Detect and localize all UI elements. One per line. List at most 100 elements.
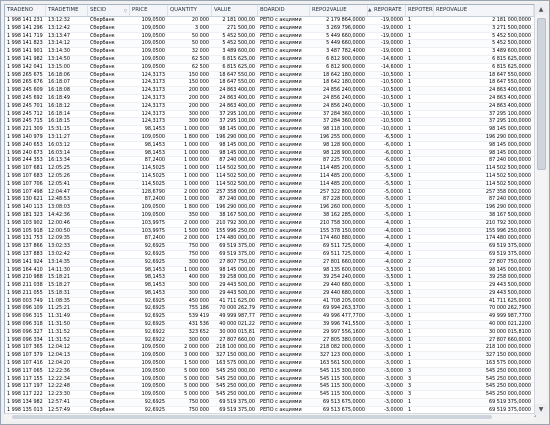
table-row[interactable]: 1 998 117 222 12:23:30 Сбербанк 109,0500 5 0…	[5, 391, 535, 400]
table-row[interactable]: 1 998 265 675 16:18:06 Сбербанк 124,3173 150…	[5, 71, 535, 80]
table-row[interactable]: 1 998 245 701 16:18:12 Сбербанк 124,3173 200…	[5, 102, 535, 111]
table-row[interactable]: 1 998 141 296 13:12:42 Сбербанк 109,0500 3 0…	[5, 24, 535, 33]
table-row[interactable]: 1 998 245 692 16:18:49 Сбербанк 124,3173 200…	[5, 95, 535, 103]
column-header-price[interactable]: PRICE	[130, 5, 168, 16]
table-row[interactable]: 1 998 117 065 12:22:36 Сбербанк 109,0500 5 0…	[5, 367, 535, 376]
cell-secid: Сбербанк	[90, 391, 115, 398]
table-row[interactable]: 1 998 181 323 14:42:36 Сбербанк 109,0500 350…	[5, 211, 535, 220]
cell-tradetime: 16:03:14	[48, 149, 70, 156]
column-header-tradetime[interactable]: TRADETIME	[46, 5, 88, 16]
cell-secid: Сбербанк	[90, 87, 115, 94]
table-row[interactable]: 1 998 107 681 12:05:25 Сбербанк 114,5025 1 0…	[5, 165, 535, 173]
horizontal-scrollbar[interactable]	[4, 413, 534, 421]
column-header-repoterm[interactable]: REPOTERM	[406, 5, 434, 16]
table-row[interactable]: 1 998 211 055 15:18:31 Сбербанк 98,1453 300 …	[5, 289, 535, 298]
cell-reporate: -5,0000	[384, 204, 403, 211]
cell-price: 124,3173	[141, 118, 165, 125]
cell-repo2value: 98 135 600,0000	[322, 266, 365, 273]
table-row[interactable]: 1 998 245 609 16:18:08 Сбербанк 124,3173 200…	[5, 87, 535, 95]
table-row[interactable]: 1 998 141 982 13:14:50 Сбербанк 109,0500 62 …	[5, 55, 535, 64]
table-row[interactable]: 1 998 142 041 13:15:00 Сбербанк 109,0500 62 …	[5, 64, 535, 72]
cell-repoterm: 1	[408, 297, 412, 304]
table-row[interactable]: 1 998 137 866 13:02:33 Сбербанк 92,6925 750 …	[5, 243, 535, 251]
table-row[interactable]: 1 998 137 883 13:02:42 Сбербанк 92,6925 750 …	[5, 251, 535, 259]
table-row[interactable]: 1 998 134 982 12:57:41 Сбербанк 92,6925 750 …	[5, 399, 535, 407]
column-header-secid[interactable]: SECID ▽	[88, 5, 130, 16]
table-row[interactable]: 1 998 240 653 16:03:12 Сбербанк 98,1453 1 00…	[5, 142, 535, 150]
table-row[interactable]: 1 998 140 113 13:08:03 Сбербанк 109,0500 1 8…	[5, 204, 535, 212]
vertical-scrollbar[interactable]: ▲ ▼	[534, 4, 547, 415]
cell-repo2value: 29 997 556,1600	[322, 328, 365, 335]
table-row[interactable]: 1 998 096 334 11:31:52 Сбербанк 92,6922 300 …	[5, 336, 535, 345]
table-row[interactable]: 1 998 117 155 12:22:34 Сбербанк 109,0500 5 0…	[5, 376, 535, 384]
table-row[interactable]: 1 998 107 683 12:05:26 Сбербанк 114,5025 1 0…	[5, 173, 535, 181]
cell-repoterm: 1	[408, 188, 412, 195]
table-row[interactable]: 1 998 141 901 13:14:30 Сбербанк 109,0500 32 …	[5, 48, 535, 56]
table-row[interactable]: 1 998 141 231 13:12:32 Сбербанк 109,0500 20 …	[5, 17, 535, 25]
column-header-value[interactable]: VALUE	[212, 5, 258, 16]
table-row[interactable]: 1 998 164 410 14:11:30 Сбербанк 98,1453 1 00…	[5, 267, 535, 275]
table-row[interactable]: 1 998 130 621 12:48:53 Сбербанк 87,2400 1 00…	[5, 196, 535, 205]
cell-repovalue: 114 502 500,0000	[485, 180, 531, 187]
cell-tradeno: 1 998 003 749	[7, 297, 43, 304]
column-header-tradeno[interactable]: TRADENO	[5, 5, 46, 16]
hscroll-thumb[interactable]	[12, 415, 492, 419]
table-row[interactable]: 1 998 003 749 11:08:35 Сбербанк 92,6925 450 …	[5, 298, 535, 306]
table-row[interactable]: 1 998 107 498 12:04:47 Сбербанк 128,6790 2 0…	[5, 189, 535, 197]
cell-quantity: 1 000 000	[184, 266, 209, 273]
table-row[interactable]: 1 998 107 365 12:04:12 Сбербанк 109,0500 2 0…	[5, 344, 535, 353]
table-row[interactable]: 1 998 265 676 16:18:07 Сбербанк 124,3173 150…	[5, 79, 535, 88]
column-header-reporate[interactable]: REPORATE ▲	[368, 5, 406, 16]
cell-tradetime: 12:22:34	[48, 375, 70, 382]
cell-boardid: РЕПО с акциями	[260, 102, 302, 109]
table-row[interactable]: 1 998 141 719 13:13:47 Сбербанк 109,0500 50 …	[5, 33, 535, 41]
cell-repoterm: 1	[408, 321, 412, 328]
table-row[interactable]: 1 998 103 902 12:00:46 Сбербанк 103,9975 2 0…	[5, 220, 535, 228]
column-header-boardid[interactable]: BOARDID	[258, 5, 310, 16]
scroll-up-icon[interactable]: ▲	[535, 4, 547, 15]
filter-icon[interactable]: ▽	[124, 5, 127, 16]
table-row[interactable]: 1 998 117 197 12:22:48 Сбербанк 109,0500 5 0…	[5, 383, 535, 392]
table-row[interactable]: 1 998 140 979 13:11:27 Сбербанк 109,0500 1 8…	[5, 133, 535, 142]
cell-boardid: РЕПО с акциями	[260, 63, 302, 70]
table-row[interactable]: 1 998 141 823 13:14:12 Сбербанк 109,0500 50 …	[5, 40, 535, 49]
table-row[interactable]: 1 998 107 416 12:04:20 Сбербанк 109,0500 1 5…	[5, 360, 535, 368]
cell-reporate: -10,5000	[381, 87, 403, 94]
column-header-quantity[interactable]: QUANTITY	[168, 5, 212, 16]
cell-value: 18 647 550,00	[219, 71, 255, 78]
table-row[interactable]: 1 998 240 673 16:03:14 Сбербанк 98,1453 1 00…	[5, 149, 535, 158]
cell-repovalue: 40 000 021,2200	[488, 321, 531, 328]
scroll-thumb[interactable]	[537, 18, 546, 170]
cell-repovalue: 163 575 000,0000	[485, 360, 531, 367]
table-row[interactable]: 1 998 096 327 11:31:52 Сбербанк 92,6922 323 …	[5, 329, 535, 337]
table-row[interactable]: 1 998 221 309 15:31:15 Сбербанк 98,1453 1 00…	[5, 126, 535, 134]
table-row[interactable]: 1 998 107 706 12:05:41 Сбербанк 114,5025 1 0…	[5, 180, 535, 189]
table-row[interactable]: 1 998 096 318 11:31:50 Сбербанк 92,6925 431 …	[5, 321, 535, 329]
table-row[interactable]: 1 998 245 712 16:18:14 Сбербанк 124,3173 300…	[5, 111, 535, 119]
table-row[interactable]: 1 998 244 353 16:13:34 Сбербанк 87,2400 1 00…	[5, 157, 535, 166]
cell-reporate: -19,0000	[381, 17, 403, 23]
table-row[interactable]: 1 998 211 038 15:18:27 Сбербанк 98,1453 300 …	[5, 282, 535, 290]
cell-tradeno: 1 998 117 197	[7, 383, 43, 390]
cell-quantity: 539 419	[188, 313, 209, 320]
cell-repo2value: 5 449 660,0000	[326, 32, 365, 39]
cell-secid: Сбербанк	[90, 235, 115, 242]
table-row[interactable]: 1 998 141 924 13:14:35 Сбербанк 92,6925 300 …	[5, 258, 535, 267]
column-header-repo2value[interactable]: REPO2VALUE	[310, 5, 368, 16]
table-row[interactable]: 1 998 131 753 12:09:35 Сбербанк 87,2400 2 00…	[5, 235, 535, 244]
table-row[interactable]: 1 998 096 315 11:31:49 Сбербанк 92,6925 539 …	[5, 313, 535, 322]
cell-tradetime: 16:18:06	[48, 71, 70, 78]
cell-quantity: 2 000 000	[184, 219, 209, 226]
table-row[interactable]: 1 998 210 988 15:18:21 Сбербанк 98,1453 400 …	[5, 274, 535, 283]
table-row[interactable]: 1 998 245 715 16:18:15 Сбербанк 124,3173 300…	[5, 118, 535, 127]
table-row[interactable]: 1 998 096 109 11:25:21 Сбербанк 92,6925 755 …	[5, 305, 535, 314]
cell-boardid: РЕПО с акциями	[260, 360, 302, 367]
cell-repo2value: 545 115 300,0000	[319, 375, 365, 382]
cell-repo2value: 24 856 240,0000	[322, 102, 365, 109]
table-row[interactable]: 1 998 105 918 12:00:50 Сбербанк 103,9975 1 5…	[5, 227, 535, 236]
column-header-repovalue[interactable]: REPOVALUE	[434, 5, 534, 16]
scroll-down-icon[interactable]: ▼	[535, 404, 547, 415]
cell-secid: Сбербанк	[90, 250, 115, 257]
cell-reporate: -3,5000	[384, 289, 403, 296]
table-row[interactable]: 1 998 107 379 12:04:13 Сбербанк 109,0500 3 0…	[5, 352, 535, 361]
